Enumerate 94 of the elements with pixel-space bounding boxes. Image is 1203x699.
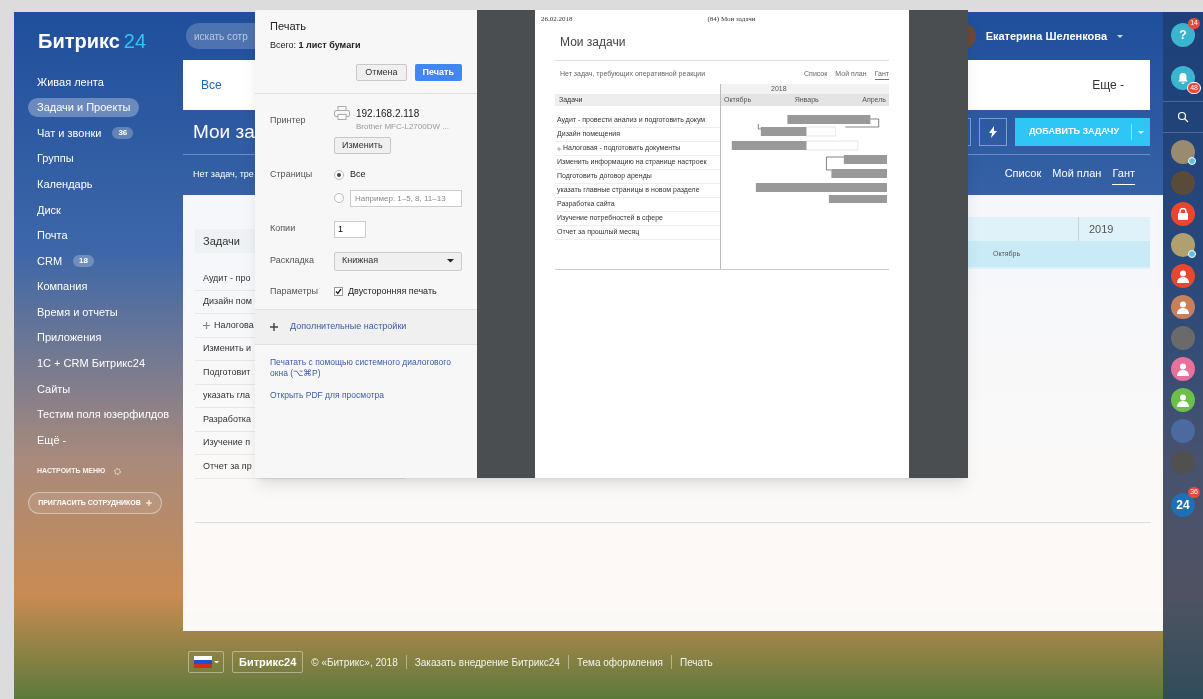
footer-link[interactable]: Печать <box>679 654 713 670</box>
radio-button[interactable] <box>334 193 344 203</box>
counter-badge: 18 <box>73 254 94 267</box>
menu-item[interactable]: Задачи и Проекты <box>28 98 140 117</box>
caret-icon <box>213 660 219 664</box>
user-avatar[interactable] <box>1171 357 1195 381</box>
radio-button[interactable] <box>334 169 344 180</box>
footer-logo[interactable]: Битрикс24 <box>232 651 304 673</box>
field-label: Страницы <box>270 168 314 181</box>
printer-model: Brother MFC-L2700DW ... <box>356 121 449 133</box>
footer-link[interactable]: Заказать внедрение Битрикс24 <box>414 654 560 670</box>
expand-icon <box>557 146 561 151</box>
task-name[interactable]: Изучение п <box>203 436 251 450</box>
logo-text: Битрикс <box>38 29 120 54</box>
person-icon <box>1176 300 1190 314</box>
plus-icon <box>145 500 152 507</box>
language-selector[interactable] <box>188 651 224 673</box>
cancel-button[interactable]: Отмена <box>356 64 407 81</box>
online-indicator <box>1188 250 1196 258</box>
task-name[interactable]: Отчет за пр <box>203 459 252 473</box>
preview-title: Мои задачи <box>560 33 627 51</box>
open-pdf-link[interactable]: Открыть PDF для просмотра <box>270 389 462 402</box>
radio-label[interactable]: Все <box>350 168 366 182</box>
caret-icon <box>1138 130 1144 134</box>
search-icon[interactable] <box>1177 111 1189 123</box>
field-label: Параметры <box>270 284 319 298</box>
person-icon <box>1176 393 1190 407</box>
user-avatar[interactable] <box>1171 264 1195 288</box>
dialog-title: Печать <box>270 19 308 34</box>
menu-item[interactable]: Приложения <box>28 328 111 347</box>
view-tab[interactable]: Гант <box>1112 164 1135 186</box>
sheet-count: Всего: 1 лист бумаги <box>270 38 362 52</box>
layout-select[interactable]: Книжная <box>334 251 462 271</box>
view-tab[interactable]: Мой план <box>1052 164 1102 186</box>
menu-item[interactable]: Живая лента <box>28 72 113 92</box>
app-button[interactable]: 24 <box>1171 493 1195 517</box>
task-name[interactable]: указать гла <box>203 389 251 403</box>
menu-item[interactable]: Группы <box>28 149 83 168</box>
menu-item[interactable]: Почта <box>28 226 77 245</box>
notice-text: Нет задач, тре <box>192 168 254 182</box>
person-icon <box>1176 269 1190 283</box>
lightning-icon <box>988 126 997 138</box>
menu-item[interactable]: Сайты <box>28 379 80 399</box>
user-name[interactable]: Екатерина Шеленкова <box>985 27 1107 45</box>
change-button[interactable]: Изменить <box>334 137 391 154</box>
task-name[interactable]: Аудит - про <box>203 271 251 285</box>
checkbox-label[interactable]: Двусторонняя печать <box>348 284 437 298</box>
user-avatar[interactable] <box>1171 295 1195 319</box>
footer-link[interactable]: Тема оформления <box>576 654 663 670</box>
menu-item[interactable]: Компания <box>28 277 97 296</box>
page-title: Мои за <box>192 119 255 144</box>
menu-item[interactable]: CRM <box>28 251 72 271</box>
menu-item[interactable]: Календарь <box>28 174 102 194</box>
more-menu[interactable]: Еще - <box>1092 76 1124 94</box>
printer-icon <box>334 106 350 120</box>
system-dialog-link[interactable]: Печатать с помощью системного диалогового окна (⌥⌘P) <box>270 357 462 379</box>
person-icon <box>1176 362 1190 376</box>
menu-item[interactable]: Время и отчеты <box>28 302 127 322</box>
menu-item[interactable]: Чат и звонки <box>28 123 111 143</box>
lock-avatar[interactable] <box>1171 202 1195 226</box>
gear-icon <box>113 466 123 476</box>
bell-icon <box>1177 72 1189 84</box>
printer-name: 192.168.2.118 <box>356 107 421 121</box>
task-name[interactable]: Разработка <box>203 412 251 426</box>
lock-icon <box>1178 208 1188 220</box>
task-name[interactable]: Подготовит <box>203 365 251 379</box>
filter-tab[interactable]: Все <box>201 76 222 94</box>
copyright-text: © «Битрикс», 2018 <box>311 655 398 670</box>
view-tab[interactable]: Список <box>1004 164 1042 186</box>
caret-icon <box>447 259 454 263</box>
user-avatar[interactable] <box>1171 388 1195 412</box>
menu-item[interactable]: 1С + CRM Битрикс24 <box>28 354 155 373</box>
avatar[interactable] <box>1171 140 1195 164</box>
print-button[interactable]: Печать <box>414 64 462 81</box>
avatar[interactable] <box>1171 233 1195 257</box>
counter-badge: 36 <box>112 127 134 139</box>
lightning-button[interactable] <box>978 118 1007 146</box>
checkbox[interactable] <box>334 286 343 296</box>
task-name[interactable]: Налогова <box>214 318 254 332</box>
page-range-field[interactable]: Например: 1–5, 8, 11–13 <box>350 189 462 207</box>
field-label: Раскладка <box>270 254 315 268</box>
menu-item[interactable]: Ещё - <box>28 430 76 450</box>
plus-icon <box>270 323 278 331</box>
task-name[interactable]: Изменить и <box>203 342 252 356</box>
caret-icon <box>1117 34 1123 38</box>
logo-number: 24 <box>123 29 147 54</box>
online-indicator <box>1188 157 1196 165</box>
flag-icon <box>193 656 212 668</box>
task-name[interactable]: Дизайн пом <box>203 295 252 309</box>
field-label: Принтер <box>270 114 307 127</box>
menu-item[interactable]: Тестим поля юзерфилдов <box>28 405 179 424</box>
copies-field[interactable]: 1 <box>334 220 366 238</box>
expand-icon <box>203 321 210 329</box>
menu-item[interactable]: Диск <box>28 200 70 219</box>
